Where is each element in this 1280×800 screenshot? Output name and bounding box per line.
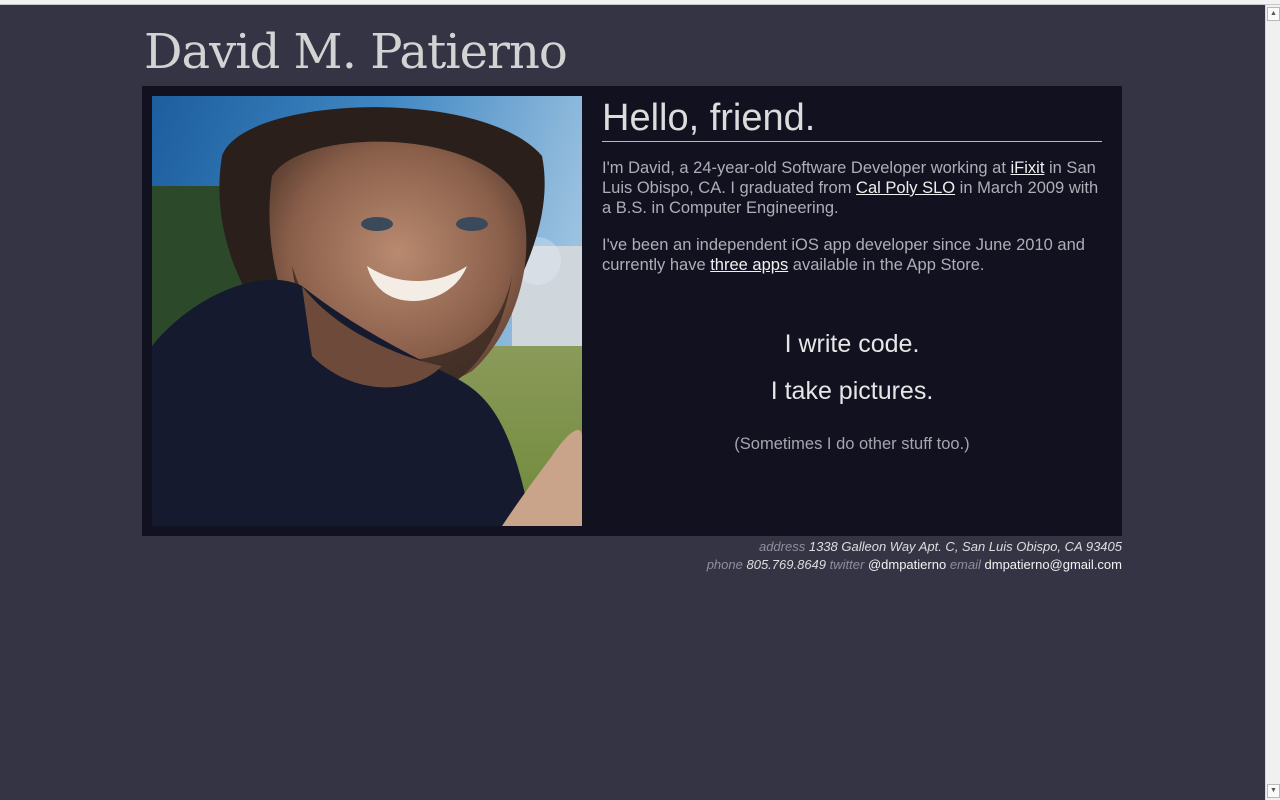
contact-footer: address 1338 Galleon Way Apt. C, San Lui… xyxy=(142,538,1122,574)
address-label: address xyxy=(758,539,806,554)
cal-poly-link[interactable]: Cal Poly SLO xyxy=(856,179,955,197)
ios-paragraph: I've been an independent iOS app develop… xyxy=(602,235,1102,275)
scroll-down-arrow-icon[interactable]: ▼ xyxy=(1267,784,1280,798)
three-apps-link[interactable]: three apps xyxy=(710,256,788,274)
email-label: email xyxy=(949,557,981,572)
tagline-code: I write code. xyxy=(784,330,920,358)
scroll-up-arrow-icon[interactable]: ▲ xyxy=(1267,7,1280,21)
email-link[interactable]: dmpatierno@gmail.com xyxy=(985,557,1122,572)
ifixit-link[interactable]: iFixit xyxy=(1011,159,1045,177)
tagline-pictures: I take pictures. xyxy=(770,377,934,405)
site-title: David M. Patierno xyxy=(144,24,568,80)
phone-value: 805.769.8649 xyxy=(746,557,827,572)
address-value: 1338 Galleon Way Apt. C, San Luis Obispo… xyxy=(808,539,1122,554)
tagline-aside: (Sometimes I do other stuff too.) xyxy=(734,435,970,453)
portrait-photo xyxy=(152,96,582,526)
twitter-link[interactable]: @dmpatierno xyxy=(868,557,946,572)
bio-paragraph: I'm David, a 24-year-old Software Develo… xyxy=(602,158,1102,218)
contact-line: phone 805.769.8649 twitter @dmpatierno e… xyxy=(142,556,1122,574)
twitter-label: twitter xyxy=(829,557,865,572)
intro-panel: Hello, friend. I'm David, a 24-year-old … xyxy=(142,86,1122,536)
greeting-heading: Hello, friend. xyxy=(602,96,1102,142)
phone-label: phone xyxy=(706,557,743,572)
browser-top-edge xyxy=(0,0,1280,5)
bio-text: I'm David, a 24-year-old Software Develo… xyxy=(602,159,1011,177)
ios-text: available in the App Store. xyxy=(788,256,985,274)
address-line: address 1338 Galleon Way Apt. C, San Lui… xyxy=(142,538,1122,556)
vertical-scrollbar[interactable]: ▲ ▼ xyxy=(1265,5,1280,800)
intro-content: Hello, friend. I'm David, a 24-year-old … xyxy=(602,96,1102,454)
